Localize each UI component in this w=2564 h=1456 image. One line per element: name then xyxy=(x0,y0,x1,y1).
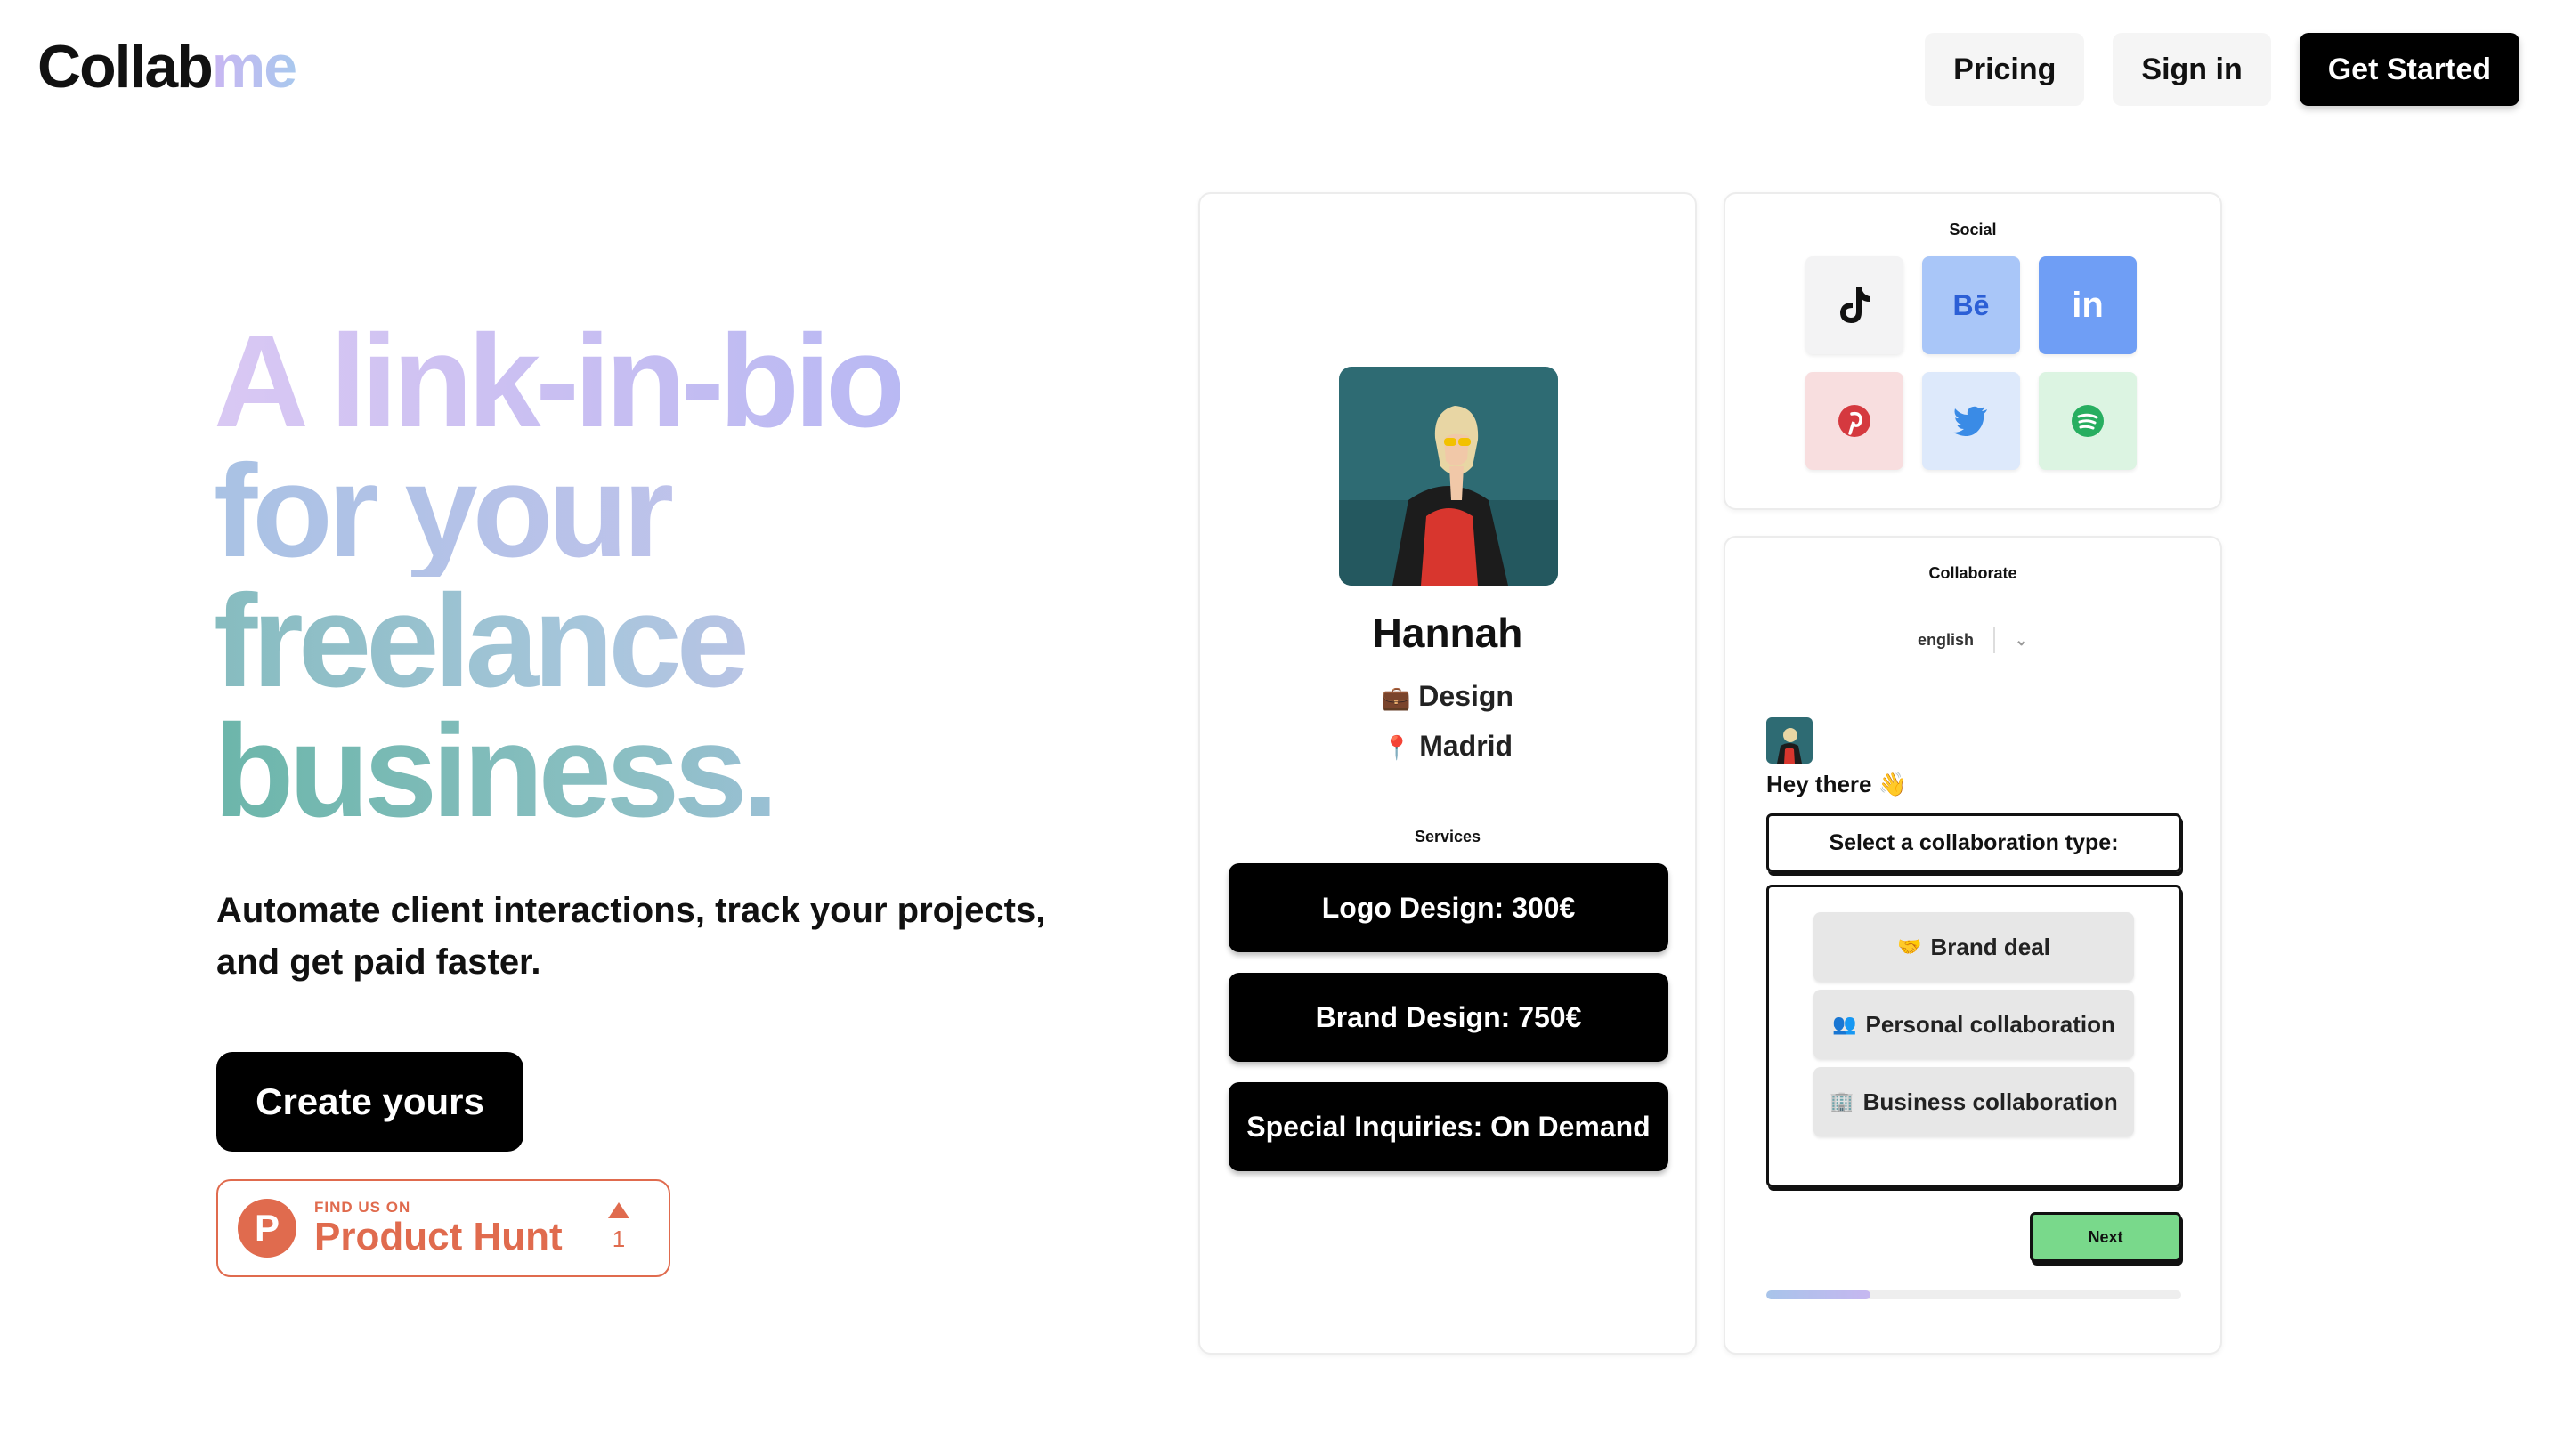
twitter-icon[interactable] xyxy=(1922,372,2020,470)
next-button[interactable]: Next xyxy=(2030,1212,2181,1262)
profile-card: Hannah 💼 Design 📍 Madrid Services Logo D… xyxy=(1198,192,1697,1355)
chat-avatar xyxy=(1766,717,1813,764)
product-hunt-logo-icon: P xyxy=(238,1199,296,1258)
business-collaboration-label: Business collaboration xyxy=(1862,1088,2118,1115)
hero-title-line-3: freelance xyxy=(214,576,900,708)
collaboration-type-prompt: Select a collaboration type: xyxy=(1766,813,2181,872)
profile-avatar xyxy=(1339,367,1558,586)
linkedin-icon[interactable]: in xyxy=(2039,256,2137,354)
personal-collaboration-option[interactable]: 👥 Personal collaboration xyxy=(1813,990,2134,1059)
hero-subtitle: Automate client interactions, track your… xyxy=(216,891,1046,982)
logo-part-2: me xyxy=(211,33,297,101)
hero-title: A link-in-bio for your freelance busines… xyxy=(214,308,905,837)
social-label: Social xyxy=(1949,221,1997,239)
service-brand-design-button[interactable]: Brand Design: 750€ xyxy=(1229,973,1668,1062)
profile-location: 📍 Madrid xyxy=(1200,730,1695,763)
pricing-button[interactable]: Pricing xyxy=(1925,33,2085,106)
pinterest-icon[interactable] xyxy=(1805,372,1903,470)
product-hunt-small: FIND US ON xyxy=(314,1199,411,1216)
behance-icon[interactable]: Bē xyxy=(1922,256,2020,354)
chevron-down-icon: ⌄ xyxy=(2014,630,2029,649)
tiktok-icon[interactable] xyxy=(1805,256,1903,354)
spotify-icon[interactable] xyxy=(2039,372,2137,470)
product-hunt-name: Product Hunt xyxy=(314,1215,563,1258)
collaborate-label: Collaborate xyxy=(1928,564,2017,582)
language-divider xyxy=(1992,627,1995,653)
service-logo-design-button[interactable]: Logo Design: 300€ xyxy=(1229,863,1668,952)
personal-collaboration-label: Personal collaboration xyxy=(1865,1010,2115,1038)
handshake-icon: 🤝 xyxy=(1897,935,1922,958)
services-label: Services xyxy=(1414,828,1481,845)
progress-bar xyxy=(1766,1290,2181,1299)
collaborate-card: Collaborate english ⌄ Hey there 👋 Select… xyxy=(1724,536,2222,1355)
language-value: english xyxy=(1917,630,1974,649)
service-special-inquiries-button[interactable]: Special Inquiries: On Demand xyxy=(1229,1082,1668,1171)
pin-icon: 📍 xyxy=(1382,734,1412,761)
brand-deal-label: Brand deal xyxy=(1930,933,2050,960)
collaboration-options: 🤝 Brand deal 👥 Personal collaboration 🏢 … xyxy=(1766,885,2181,1187)
upvote-counter: 1 xyxy=(608,1202,629,1253)
top-nav: Pricing Sign in Get Started xyxy=(1925,33,2519,106)
product-hunt-badge[interactable]: P FIND US ON Product Hunt 1 xyxy=(216,1179,670,1277)
business-collaboration-option[interactable]: 🏢 Business collaboration xyxy=(1813,1067,2134,1136)
upvote-count: 1 xyxy=(612,1225,626,1252)
get-started-button[interactable]: Get Started xyxy=(2299,33,2519,106)
profile-role-text: Design xyxy=(1418,680,1513,712)
profile-name: Hannah xyxy=(1372,610,1523,656)
create-yours-button[interactable]: Create yours xyxy=(216,1052,523,1152)
hero-title-line-1: A link-in-bio xyxy=(214,308,905,455)
product-hunt-text: FIND US ON Product Hunt xyxy=(314,1199,563,1258)
brand-deal-option[interactable]: 🤝 Brand deal xyxy=(1813,912,2134,982)
social-card: Social Bē in xyxy=(1724,192,2222,510)
building-icon: 🏢 xyxy=(1830,1090,1854,1112)
logo[interactable]: Collabme xyxy=(37,32,297,101)
hero-title-line-2: for your xyxy=(214,446,900,578)
progress-fill xyxy=(1766,1290,1870,1299)
profile-location-text: Madrid xyxy=(1419,730,1513,762)
language-select[interactable]: english ⌄ xyxy=(1725,627,2220,653)
greeting-text: Hey there 👋 xyxy=(1766,771,1908,797)
hero-title-line-4: business. xyxy=(214,706,900,837)
people-icon: 👥 xyxy=(1832,1013,1857,1035)
logo-part-1: Collab xyxy=(37,33,214,101)
upvote-arrow-icon xyxy=(608,1202,629,1218)
profile-role: 💼 Design xyxy=(1200,680,1695,713)
briefcase-icon: 💼 xyxy=(1382,684,1411,711)
sign-in-button[interactable]: Sign in xyxy=(2113,33,2271,106)
